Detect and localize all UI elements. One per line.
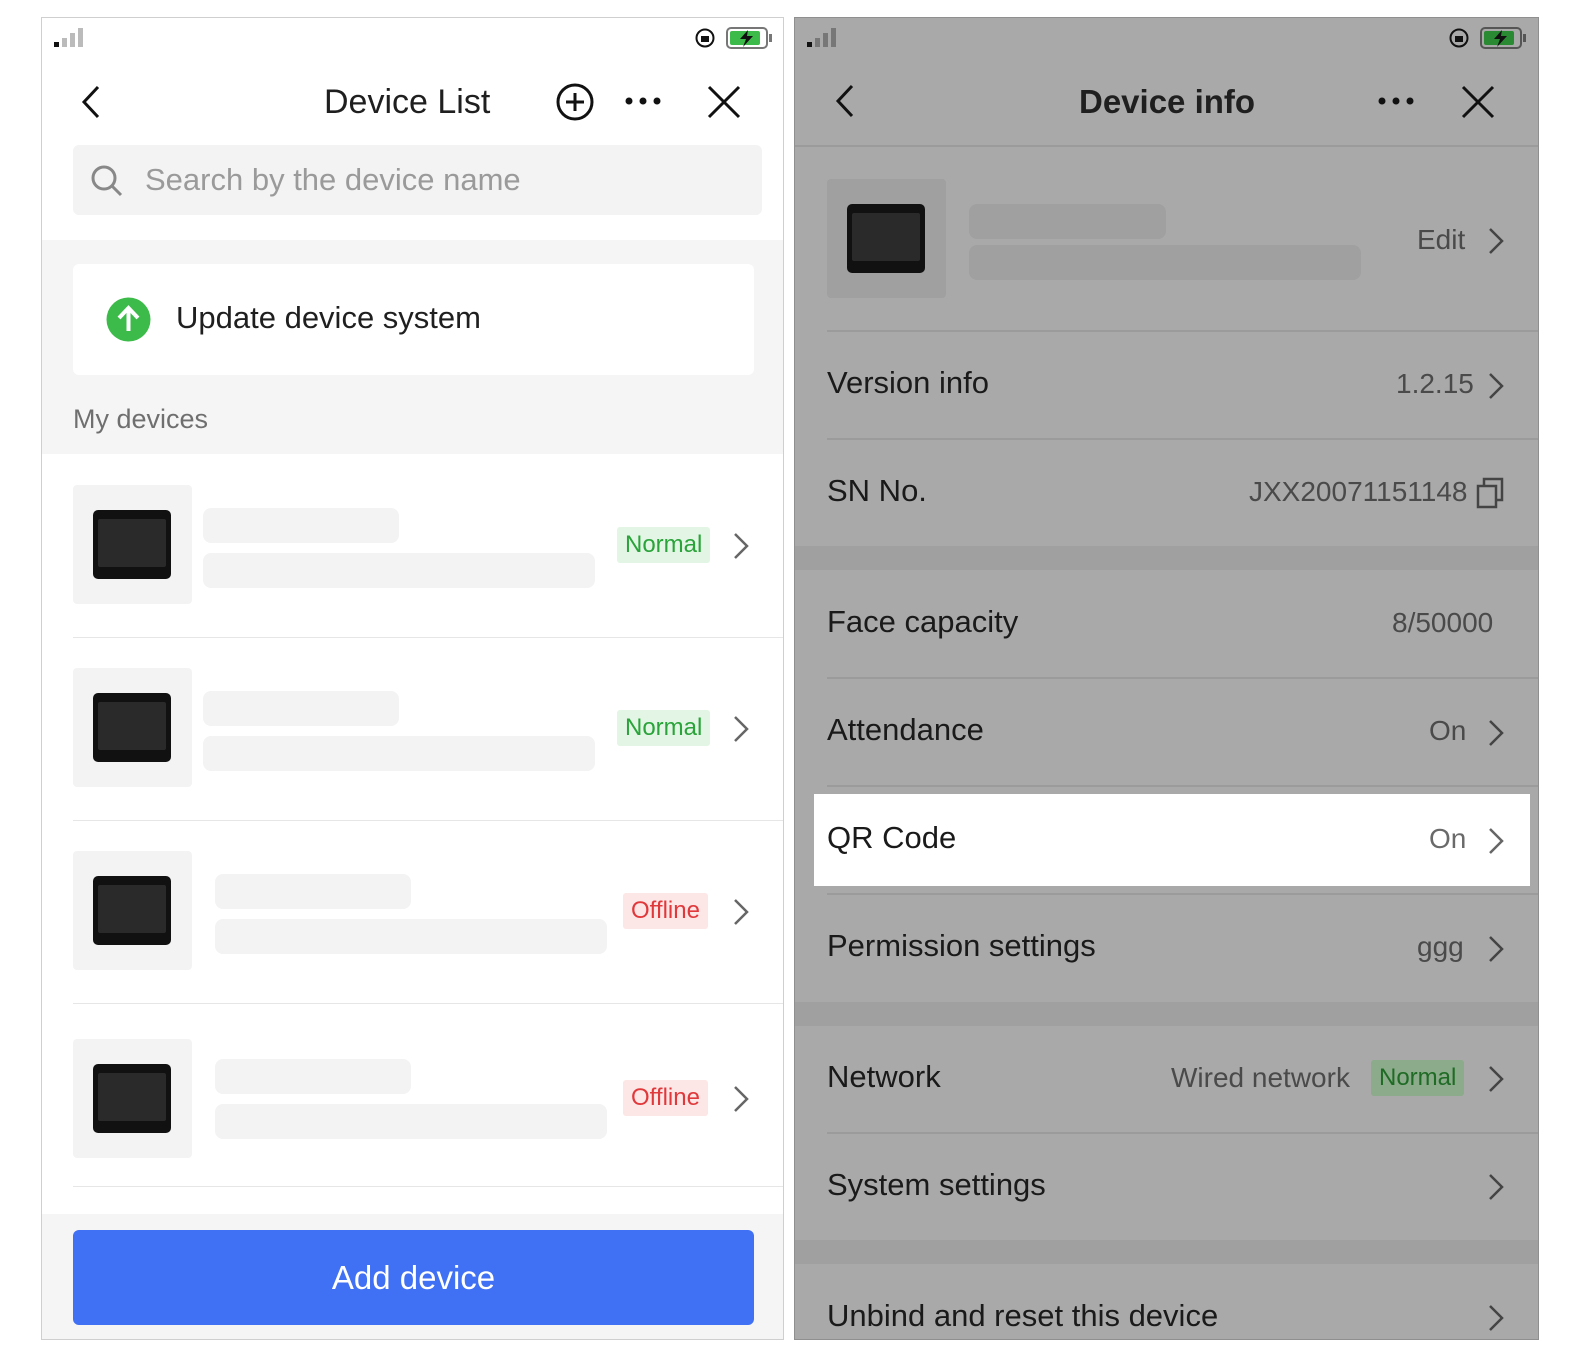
device-row[interactable]: Offline — [42, 1003, 783, 1187]
update-device-system-card[interactable]: Update device system — [73, 264, 754, 375]
attendance-value: On — [1429, 715, 1467, 746]
device-list-screen: Device List Search by the device name Up… — [41, 17, 784, 1340]
device-row[interactable]: Offline — [42, 820, 783, 1004]
device-name-placeholder — [215, 1059, 411, 1094]
qr-code-value: On — [1429, 823, 1467, 854]
face-capacity-value: 8/50000 — [1392, 607, 1494, 638]
device-info-screen: Device info Edit Version info 1.2.15 SN … — [794, 17, 1539, 1340]
chevron-right-icon — [1489, 828, 1504, 854]
permission-settings-label: Permission settings — [827, 928, 1096, 963]
add-circle-icon[interactable] — [555, 82, 595, 122]
version-info-label: Version info — [827, 365, 989, 400]
upgrade-arrow-icon — [106, 297, 151, 342]
update-label: Update device system — [176, 300, 481, 335]
page-title: Device info — [1079, 83, 1256, 120]
chevron-right-icon — [1489, 1066, 1504, 1092]
device-desc-placeholder — [203, 736, 595, 771]
device-thumbnail — [73, 485, 192, 604]
chevron-right-icon — [1489, 936, 1504, 962]
sn-label: SN No. — [827, 473, 927, 508]
status-badge: Normal — [617, 710, 711, 746]
device-row[interactable]: Normal — [42, 454, 783, 638]
copy-icon[interactable] — [1476, 477, 1504, 509]
add-device-button[interactable]: Add device — [73, 1230, 754, 1325]
back-icon[interactable] — [833, 83, 857, 119]
rotation-lock-icon — [695, 28, 715, 48]
chevron-right-icon — [734, 533, 749, 559]
rotation-lock-icon — [1449, 28, 1469, 48]
chevron-right-icon — [1489, 1305, 1504, 1331]
search-icon — [91, 165, 123, 197]
chevron-right-icon — [1489, 1174, 1504, 1200]
version-info-value: 1.2.15 — [1396, 368, 1474, 399]
qr-code-label: QR Code — [827, 820, 957, 855]
chevron-right-icon — [1489, 228, 1504, 254]
chevron-right-icon — [734, 899, 749, 925]
device-desc-placeholder — [203, 553, 595, 588]
device-desc-placeholder — [215, 919, 607, 954]
device-thumbnail — [73, 1039, 192, 1158]
close-icon[interactable] — [1461, 85, 1495, 119]
signal-icon — [807, 28, 836, 47]
status-badge: Offline — [623, 893, 708, 929]
back-icon[interactable] — [79, 84, 103, 120]
battery-icon — [1480, 27, 1526, 49]
device-thumbnail — [827, 179, 946, 298]
network-type-value: Wired network — [1171, 1062, 1350, 1093]
search-input[interactable]: Search by the device name — [73, 145, 762, 215]
device-row[interactable]: Normal — [42, 637, 783, 821]
permission-settings-value: ggg — [1417, 931, 1464, 962]
device-list: Normal Normal Offline Offline — [42, 454, 783, 1214]
device-desc-placeholder — [969, 245, 1361, 280]
more-icon[interactable] — [1377, 96, 1415, 106]
status-badge: Normal — [617, 527, 711, 563]
network-label: Network — [827, 1059, 941, 1094]
status-badge: Offline — [623, 1080, 708, 1116]
signal-icon — [54, 28, 83, 47]
device-desc-placeholder — [215, 1104, 607, 1139]
device-thumbnail — [73, 668, 192, 787]
more-icon[interactable] — [624, 96, 662, 106]
device-name-placeholder — [203, 691, 399, 726]
unbind-reset-label[interactable]: Unbind and reset this device — [827, 1298, 1218, 1334]
network-status-badge: Normal — [1371, 1060, 1465, 1096]
page-title: Device List — [324, 83, 491, 121]
system-settings-label[interactable]: System settings — [827, 1167, 1046, 1203]
sn-value: JXX20071151148 — [1249, 476, 1468, 507]
device-thumbnail — [73, 851, 192, 970]
battery-icon — [726, 27, 772, 49]
device-name-placeholder — [215, 874, 411, 909]
edit-link[interactable]: Edit — [1417, 224, 1465, 256]
device-name-placeholder — [203, 508, 399, 543]
close-icon[interactable] — [707, 85, 741, 119]
section-title-my-devices: My devices — [73, 404, 209, 434]
chevron-right-icon — [734, 1086, 749, 1112]
search-placeholder: Search by the device name — [145, 162, 521, 197]
chevron-right-icon — [1489, 720, 1504, 746]
chevron-right-icon — [734, 716, 749, 742]
device-name-placeholder — [969, 204, 1166, 239]
chevron-right-icon — [1489, 373, 1504, 399]
face-capacity-label: Face capacity — [827, 604, 1019, 639]
attendance-label: Attendance — [827, 712, 984, 747]
